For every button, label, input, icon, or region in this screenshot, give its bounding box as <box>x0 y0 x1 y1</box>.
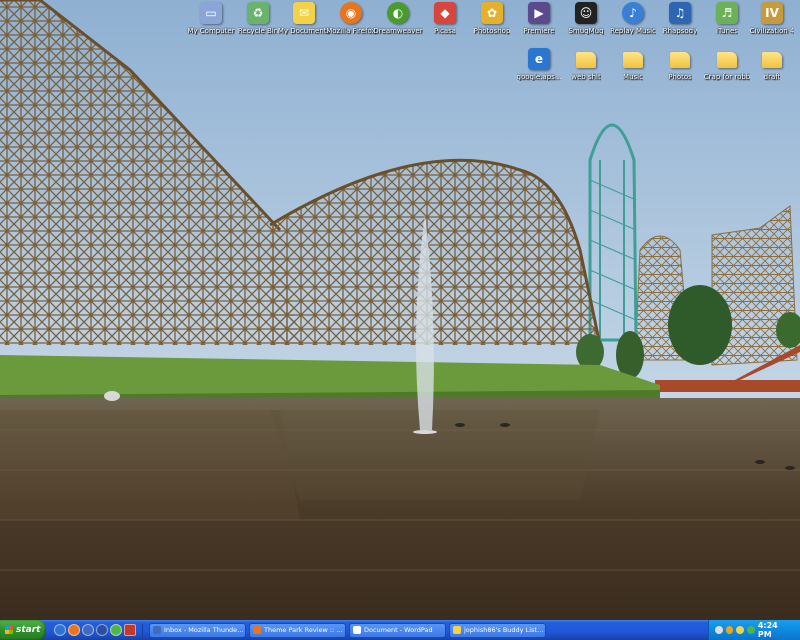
premiere-icon: ▶ <box>528 2 550 24</box>
taskbar-button-label: jophish86's Buddy List ... <box>464 626 545 634</box>
start-button[interactable]: start <box>0 620 46 640</box>
recycle-bin-icon: ♻ <box>247 2 269 24</box>
ie-shortcut-icon: e <box>528 48 550 70</box>
desktop-icon-civilization[interactable]: IV Civilization 4 <box>740 2 800 35</box>
photoshop-icon: ✿ <box>481 2 503 24</box>
rhapsody-icon: ♫ <box>669 2 691 24</box>
quick-launch-bar <box>54 624 143 636</box>
firefox-icon: ◉ <box>340 2 362 24</box>
desktop-folder-draft[interactable]: draft <box>740 48 800 81</box>
folder-icon <box>576 52 596 68</box>
messenger-icon[interactable] <box>110 624 122 636</box>
filezilla-icon[interactable] <box>124 624 136 636</box>
desktop-icon-label: web shit <box>571 73 601 81</box>
taskbar-clock[interactable]: 4:24 PM <box>758 621 793 639</box>
desktop-icon-label: SmugMug <box>568 27 604 35</box>
taskbar-button-aim[interactable]: jophish86's Buddy List ... <box>449 622 546 638</box>
taskbar-button-wordpad[interactable]: Document - WordPad <box>349 622 446 638</box>
desktop-wallpaper <box>0 0 800 620</box>
aim-tray-icon[interactable] <box>736 626 745 634</box>
firefox-icon <box>253 626 261 634</box>
taskbar-button-label: Document - WordPad <box>364 626 433 634</box>
taskbar-button-label: Theme Park Review :: Vi... <box>264 626 345 634</box>
replay-music-icon: ♪ <box>622 2 644 24</box>
folder-icon <box>762 52 782 68</box>
desktop-icon-label: Civilization 4 <box>749 27 795 35</box>
ie-icon[interactable] <box>54 624 66 636</box>
desktop-icon-label: Photos <box>668 73 692 81</box>
thunderbird-icon <box>153 626 161 634</box>
itunes-icon: ♬ <box>716 2 738 24</box>
dreamweaver-icon: ◐ <box>387 2 409 24</box>
picasa-icon: ◆ <box>434 2 456 24</box>
media-player-icon[interactable] <box>96 624 108 636</box>
network-icon[interactable] <box>715 626 723 634</box>
taskbar-button-label: Inbox - Mozilla Thunder... <box>164 626 245 634</box>
thunderbird-icon[interactable] <box>82 624 94 636</box>
smugmug-icon: ☺ <box>575 2 597 24</box>
taskbar-button-firefox[interactable]: Theme Park Review :: Vi... <box>249 622 346 638</box>
desktop-icon-label: Photoshop <box>473 27 511 35</box>
firefox-icon[interactable] <box>68 624 80 636</box>
roller-coaster-wallpaper-image <box>0 0 800 620</box>
desktop-icon-label: draft <box>763 73 781 81</box>
messenger-tray-icon[interactable] <box>747 626 755 634</box>
system-tray: 4:24 PM <box>708 620 800 640</box>
wordpad-icon <box>353 626 361 634</box>
desktop-icon-label: Music <box>623 73 643 81</box>
start-label: start <box>16 625 41 635</box>
civilization-icon: IV <box>761 2 783 24</box>
antivirus-icon[interactable] <box>725 626 734 634</box>
folder-icon <box>717 52 737 68</box>
aim-icon <box>453 626 461 634</box>
desktop-icon-label: Premiere <box>523 27 555 35</box>
desktop-icon-label: Rhapsody <box>662 27 698 35</box>
documents-folder-icon: ✉ <box>293 2 315 24</box>
taskbar-buttons: Inbox - Mozilla Thunder... Theme Park Re… <box>149 622 546 638</box>
taskbar-button-thunderbird[interactable]: Inbox - Mozilla Thunder... <box>149 622 246 638</box>
desktop-icon-label: Picasa <box>433 27 457 35</box>
windows-logo-icon <box>5 626 13 634</box>
desktop-icon-area: ▭ My Computer ♻ Recycle Bin ✉ My Documen… <box>0 0 800 90</box>
computer-icon: ▭ <box>200 2 222 24</box>
taskbar: start Inbox - Mozilla Thunder... Theme P… <box>0 620 800 640</box>
desktop-icon-label: iTunes <box>716 27 738 35</box>
folder-icon <box>623 52 643 68</box>
folder-icon <box>670 52 690 68</box>
